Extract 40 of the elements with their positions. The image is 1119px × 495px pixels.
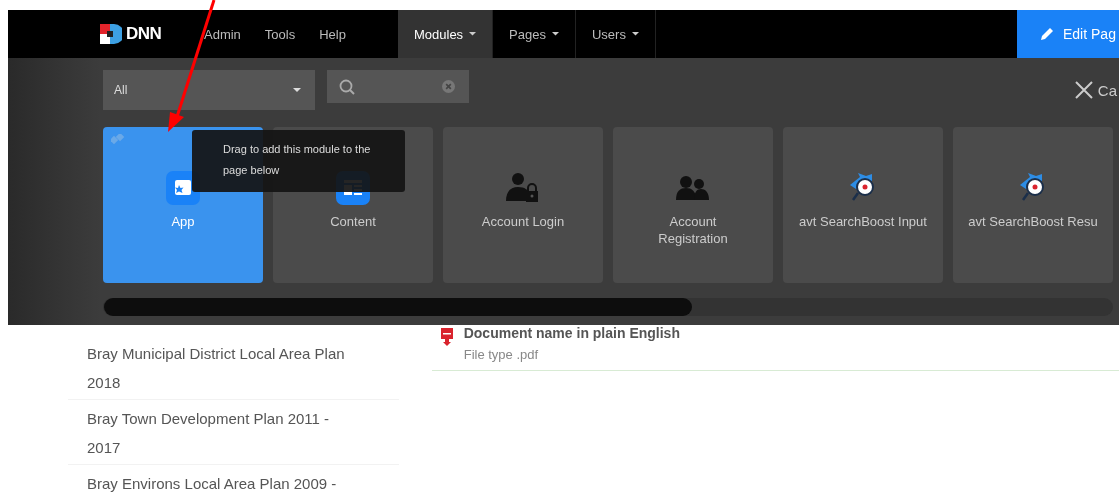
cancel-button[interactable]: Ca (1074, 81, 1119, 99)
sidebar-link[interactable]: Bray Municipal District Local Area Plan 2018 (68, 335, 399, 399)
users-icon (676, 174, 710, 202)
menu-item[interactable]: Modules (397, 10, 494, 58)
logo-icon (100, 24, 122, 44)
menu-item[interactable]: Tools (252, 10, 308, 58)
caret-icon (469, 32, 477, 36)
search-icon (339, 78, 355, 95)
caret-icon (631, 32, 639, 36)
module-card[interactable]: avt SearchBoost Resu (953, 127, 1113, 283)
module-name: Account Registration (657, 213, 729, 247)
search-field[interactable] (327, 70, 469, 103)
menu-item[interactable]: Admin (192, 10, 253, 58)
caret-icon (552, 32, 559, 36)
clear-icon (442, 80, 455, 93)
file-type: File type .pdf (463, 347, 540, 362)
logo-text: DNN (126, 24, 162, 44)
sidebar-link[interactable]: Bray Environs Local Area Plan 2009 - (68, 464, 399, 495)
module-name: Account Login (480, 213, 566, 230)
module-card[interactable]: avt SearchBoost Input (783, 127, 943, 283)
close-icon (1074, 81, 1093, 99)
module-name: Content (329, 213, 377, 230)
module-card[interactable]: Account Registration (613, 127, 773, 283)
module-card[interactable]: Account Login (443, 127, 603, 283)
pencil-icon (1039, 26, 1055, 42)
edit-page-button[interactable]: Edit Pag (1017, 10, 1119, 58)
caret-icon (293, 88, 301, 92)
document-name[interactable]: Document name in plain English (463, 325, 680, 342)
document-item[interactable]: Document name in plain English File type .pdf (431, 325, 1119, 371)
pdf-file-icon (439, 328, 454, 346)
grip-icon (111, 134, 125, 144)
category-dropdown[interactable]: All (103, 70, 315, 110)
menu-item[interactable]: Help (307, 10, 358, 58)
module-name: App (170, 213, 196, 230)
user-lock-icon (506, 171, 540, 205)
module-name: avt SearchBoost Input (798, 213, 928, 230)
tooltip: Drag to add this module to the page below (192, 130, 405, 192)
module-name: avt SearchBoost Resu (967, 213, 1099, 230)
scrollbar-thumb[interactable] (104, 298, 692, 316)
sidebar-link[interactable]: Bray Town Development Plan 2011 - 2017 (68, 399, 399, 464)
